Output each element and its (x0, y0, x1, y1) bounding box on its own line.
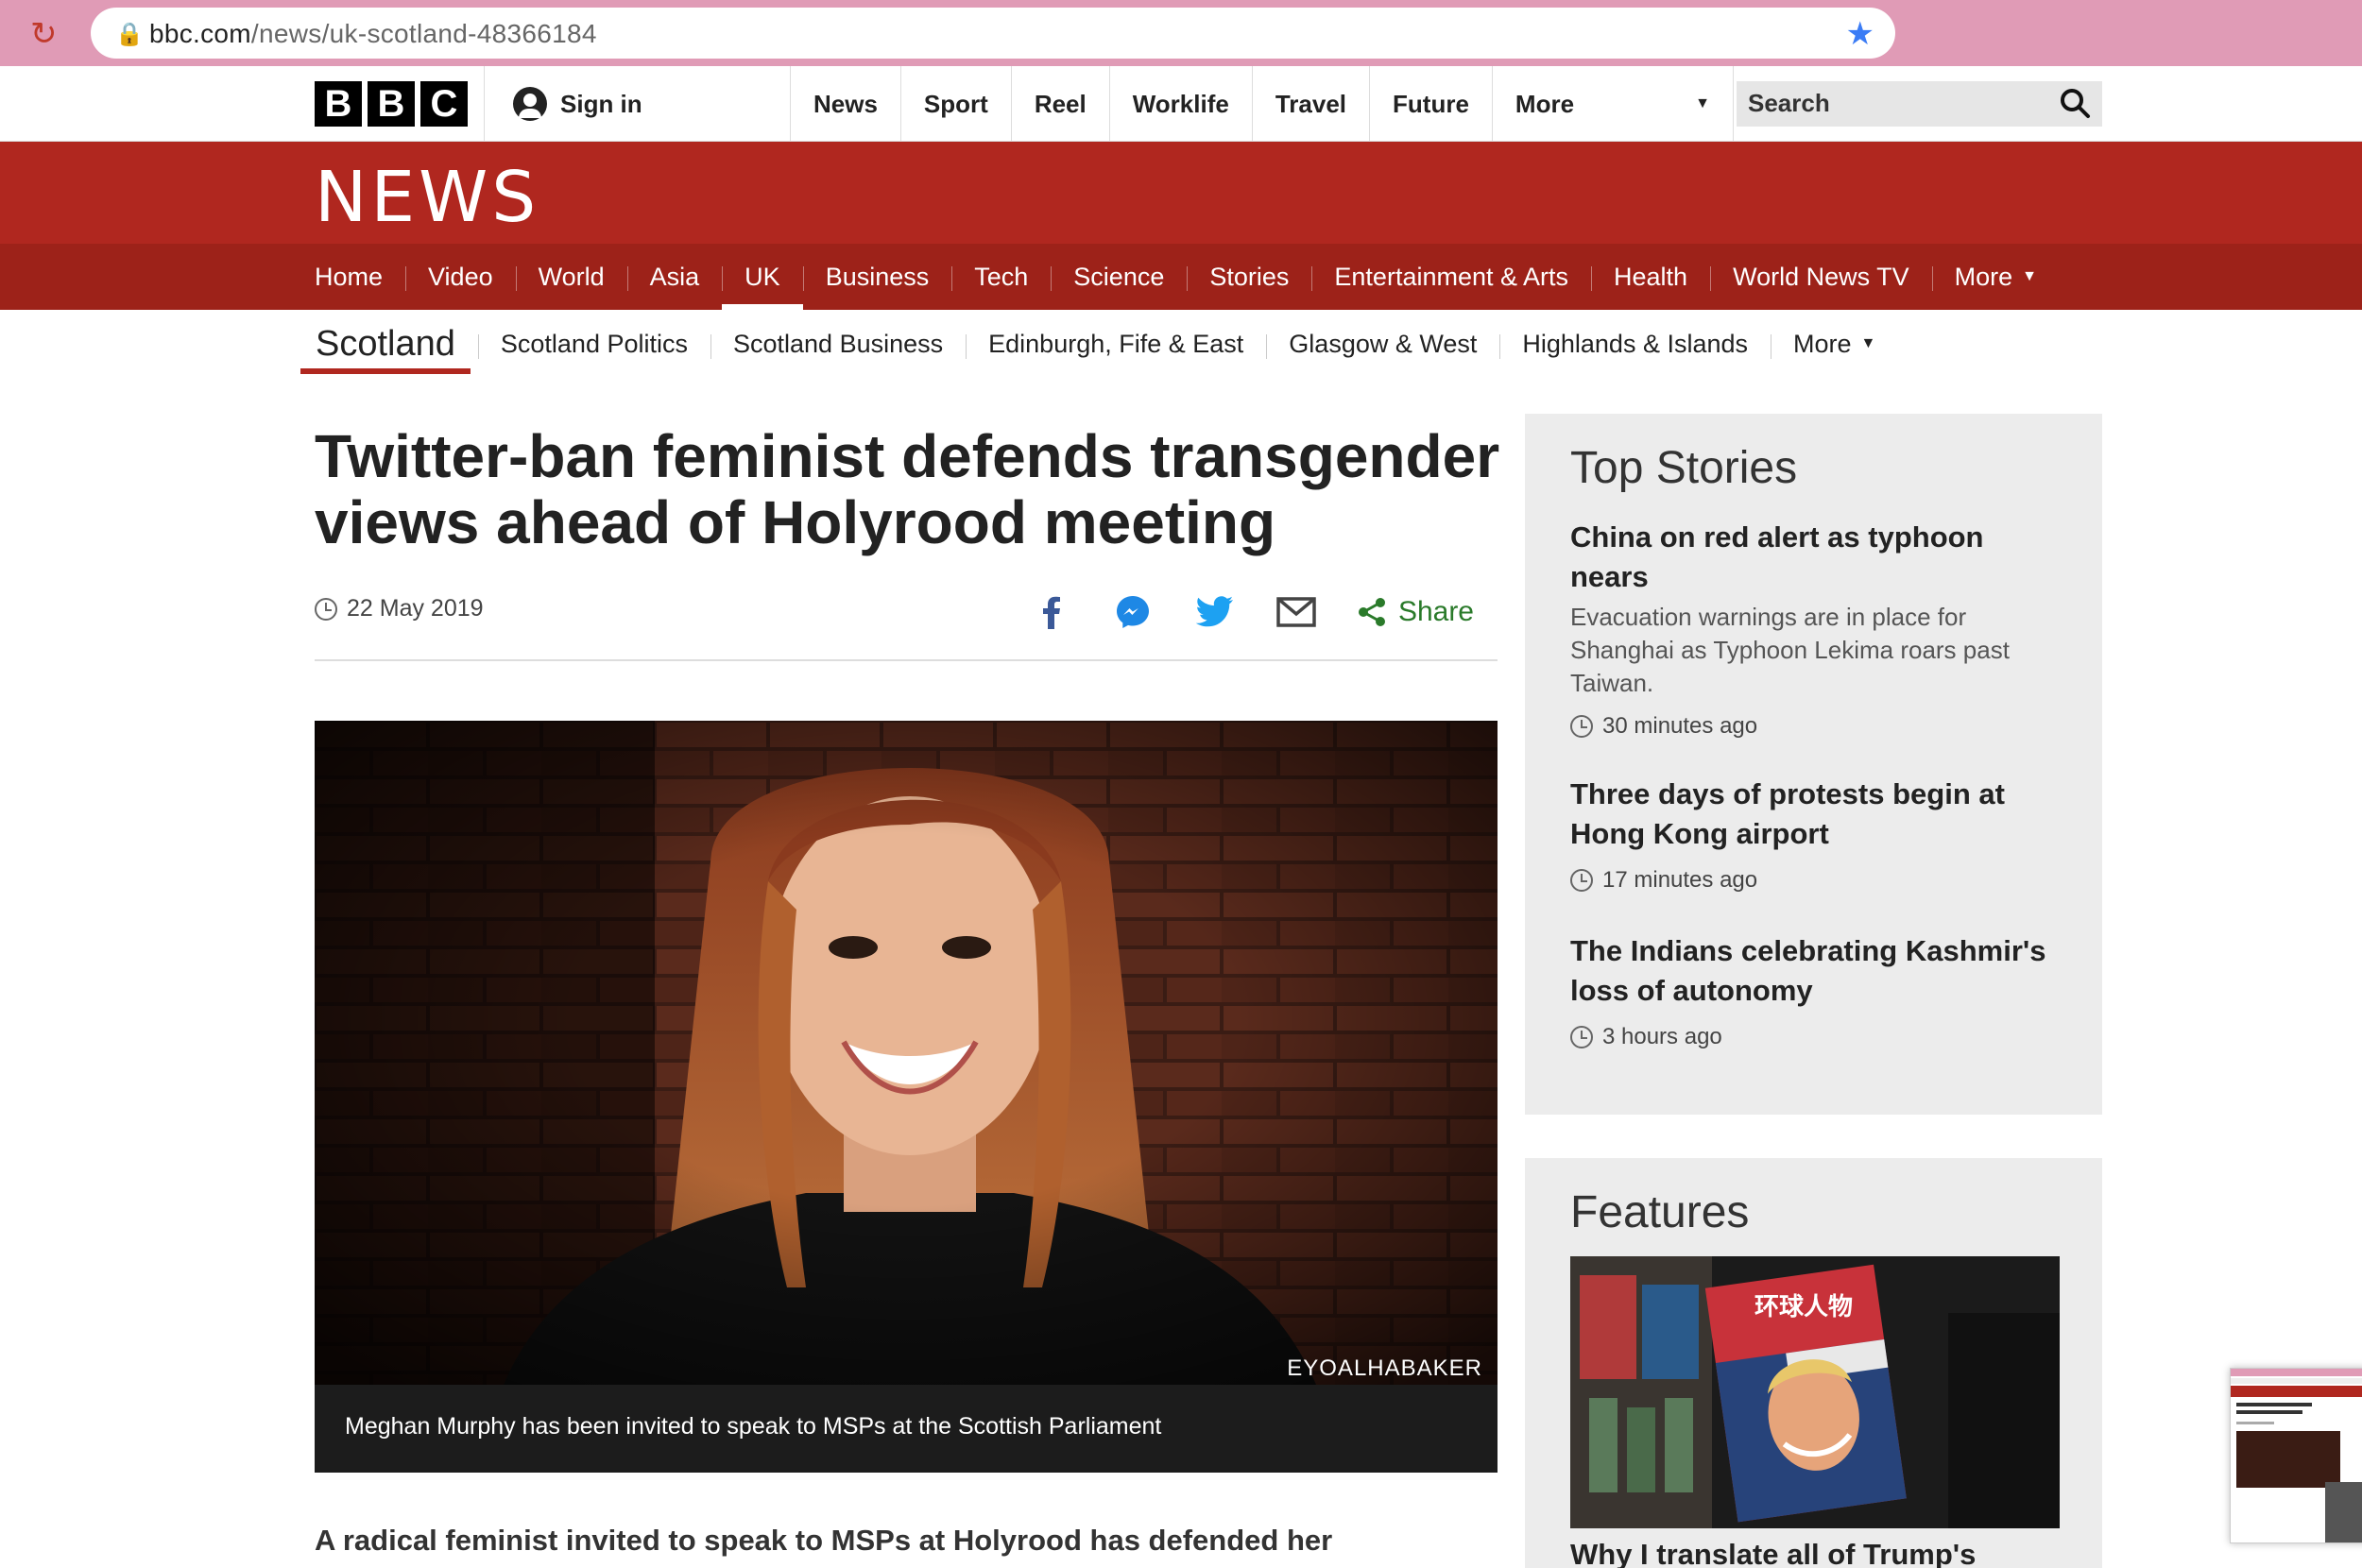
masthead-more-dropdown[interactable]: More ▼ (1491, 66, 1734, 142)
lock-icon: 🔒 (115, 22, 144, 47)
share-icon (1358, 598, 1385, 626)
bbc-logo[interactable]: B B C (315, 81, 468, 127)
page-thumbnail-preview (2231, 1369, 2362, 1542)
top-story-summary: Evacuation warnings are in place for Sha… (1570, 603, 2010, 697)
feature-headline[interactable]: Why I translate all of Trump's (1570, 1538, 1976, 1568)
address-bar[interactable]: 🔒 bbc.com/news/uk-scotland-48366184 ★ (91, 8, 1895, 59)
search-icon[interactable] (2059, 87, 2091, 119)
news-nav: Home Video World Asia UK Business Tech S… (315, 244, 2060, 310)
news-logo[interactable]: NEWS (315, 157, 539, 238)
nav-business[interactable]: Business (802, 244, 952, 310)
facebook-share-button[interactable] (1030, 590, 1073, 634)
nav-tech[interactable]: Tech (951, 244, 1051, 310)
section-title-scotland[interactable]: Scotland (300, 312, 478, 376)
features-title: Features (1570, 1187, 1750, 1237)
nav-video[interactable]: Video (405, 244, 516, 310)
clock-icon (315, 597, 337, 621)
news-navbar: Home Video World Asia UK Business Tech S… (0, 244, 2362, 310)
masthead-nav-sport[interactable]: Sport (899, 66, 1011, 142)
caret-down-icon: ▼ (2022, 268, 2037, 284)
news-banner: NEWS (0, 142, 2362, 244)
caret-down-icon: ▼ (1695, 95, 1710, 111)
top-story-timestamp: 3 hours ago (1570, 1024, 2062, 1050)
feature-image[interactable]: 环球人物 (1570, 1256, 2060, 1528)
twitter-share-button[interactable] (1193, 590, 1237, 634)
nav-health[interactable]: Health (1591, 244, 1710, 310)
screenshot-thumbnail[interactable] (2230, 1368, 2362, 1543)
top-story-timestamp: 17 minutes ago (1570, 867, 2062, 894)
facebook-icon (1043, 596, 1060, 629)
portrait-illustration (315, 721, 1498, 1385)
caret-down-icon: ▼ (1860, 335, 1876, 351)
subnav-glasgow-west[interactable]: Glasgow & West (1266, 312, 1499, 376)
top-stories-title: Top Stories (1570, 443, 1798, 493)
browser-toolbar: ↻ 🔒 bbc.com/news/uk-scotland-48366184 ★ (0, 0, 2362, 66)
top-story-item[interactable]: The Indians celebrating Kashmir's loss o… (1570, 931, 2062, 1050)
magazine-title: 环球人物 (1754, 1293, 1853, 1321)
user-icon (513, 87, 547, 121)
masthead-nav: News Sport Reel Worklife Travel Future M… (790, 66, 1734, 142)
subnav-highlands-islands[interactable]: Highlands & Islands (1499, 312, 1771, 376)
email-share-button[interactable] (1275, 590, 1318, 634)
masthead-nav-worklife[interactable]: Worklife (1108, 66, 1252, 142)
article-photo[interactable]: EYOALHABAKER (315, 721, 1498, 1385)
masthead-nav-news[interactable]: News (790, 66, 900, 142)
top-story-title[interactable]: Three days of protests begin at Hong Kon… (1570, 775, 2062, 854)
nav-uk[interactable]: UK (722, 244, 803, 310)
article-divider (315, 659, 1498, 661)
nav-entertainment-arts[interactable]: Entertainment & Arts (1311, 244, 1591, 310)
photo-credit: EYOALHABAKER (1287, 1355, 1482, 1381)
top-story-title[interactable]: China on red alert as typhoon nears (1570, 518, 2062, 597)
subnav-edinburgh-fife-east[interactable]: Edinburgh, Fife & East (966, 312, 1266, 376)
nav-science[interactable]: Science (1051, 244, 1187, 310)
subnav-more-dropdown[interactable]: More ▼ (1771, 312, 1898, 376)
sign-in-link[interactable]: Sign in (513, 87, 642, 121)
top-story-title[interactable]: The Indians celebrating Kashmir's loss o… (1570, 931, 2062, 1011)
top-story-timestamp: 30 minutes ago (1570, 713, 2062, 740)
nav-stories[interactable]: Stories (1187, 244, 1311, 310)
section-subnav: Scotland Scotland Politics Scotland Busi… (300, 312, 1898, 376)
top-story-item[interactable]: Three days of protests begin at Hong Kon… (1570, 775, 2062, 894)
nav-more-dropdown[interactable]: More ▼ (1931, 244, 2060, 310)
article-headline: Twitter-ban feminist defends transgender… (315, 422, 1500, 556)
subnav-scotland-business[interactable]: Scotland Business (710, 312, 966, 376)
magazine-stand-illustration: 环球人物 (1570, 1256, 2060, 1528)
bbc-masthead: B B C Sign in News Sport Reel Worklife T… (0, 66, 2362, 142)
nav-asia[interactable]: Asia (626, 244, 723, 310)
masthead-divider (484, 66, 485, 142)
article-date: 22 May 2019 (315, 595, 484, 622)
search-input[interactable]: Search (1737, 81, 2102, 127)
photo-caption: Meghan Murphy has been invited to speak … (315, 1385, 1498, 1473)
masthead-nav-travel[interactable]: Travel (1251, 66, 1369, 142)
nav-world-news-tv[interactable]: World News TV (1710, 244, 1932, 310)
clock-icon (1570, 869, 1593, 892)
nav-home[interactable]: Home (315, 244, 405, 310)
masthead-nav-future[interactable]: Future (1369, 66, 1492, 142)
share-button[interactable]: Share (1357, 596, 1474, 628)
subnav-scotland-politics[interactable]: Scotland Politics (477, 312, 710, 376)
reload-icon[interactable]: ↻ (30, 15, 58, 53)
clock-icon (1570, 715, 1593, 738)
clock-icon (1570, 1026, 1593, 1048)
messenger-share-button[interactable] (1111, 590, 1155, 634)
article-intro: A radical feminist invited to speak to M… (315, 1524, 1333, 1557)
masthead-nav-reel[interactable]: Reel (1010, 66, 1109, 142)
top-story-item[interactable]: China on red alert as typhoon nears Evac… (1570, 518, 2062, 740)
nav-world[interactable]: World (515, 244, 627, 310)
twitter-icon (1195, 596, 1233, 627)
url-text: bbc.com/news/uk-scotland-48366184 (149, 19, 597, 48)
email-icon (1276, 597, 1317, 627)
share-tools: Share (1030, 586, 1474, 639)
features-panel: Features 环球人物 Why I translate all of Tru… (1525, 1158, 2102, 1568)
top-stories-panel: Top Stories China on red alert as typhoo… (1525, 414, 2102, 1115)
messenger-icon (1117, 596, 1150, 628)
bookmark-star-icon[interactable]: ★ (1846, 15, 1874, 53)
